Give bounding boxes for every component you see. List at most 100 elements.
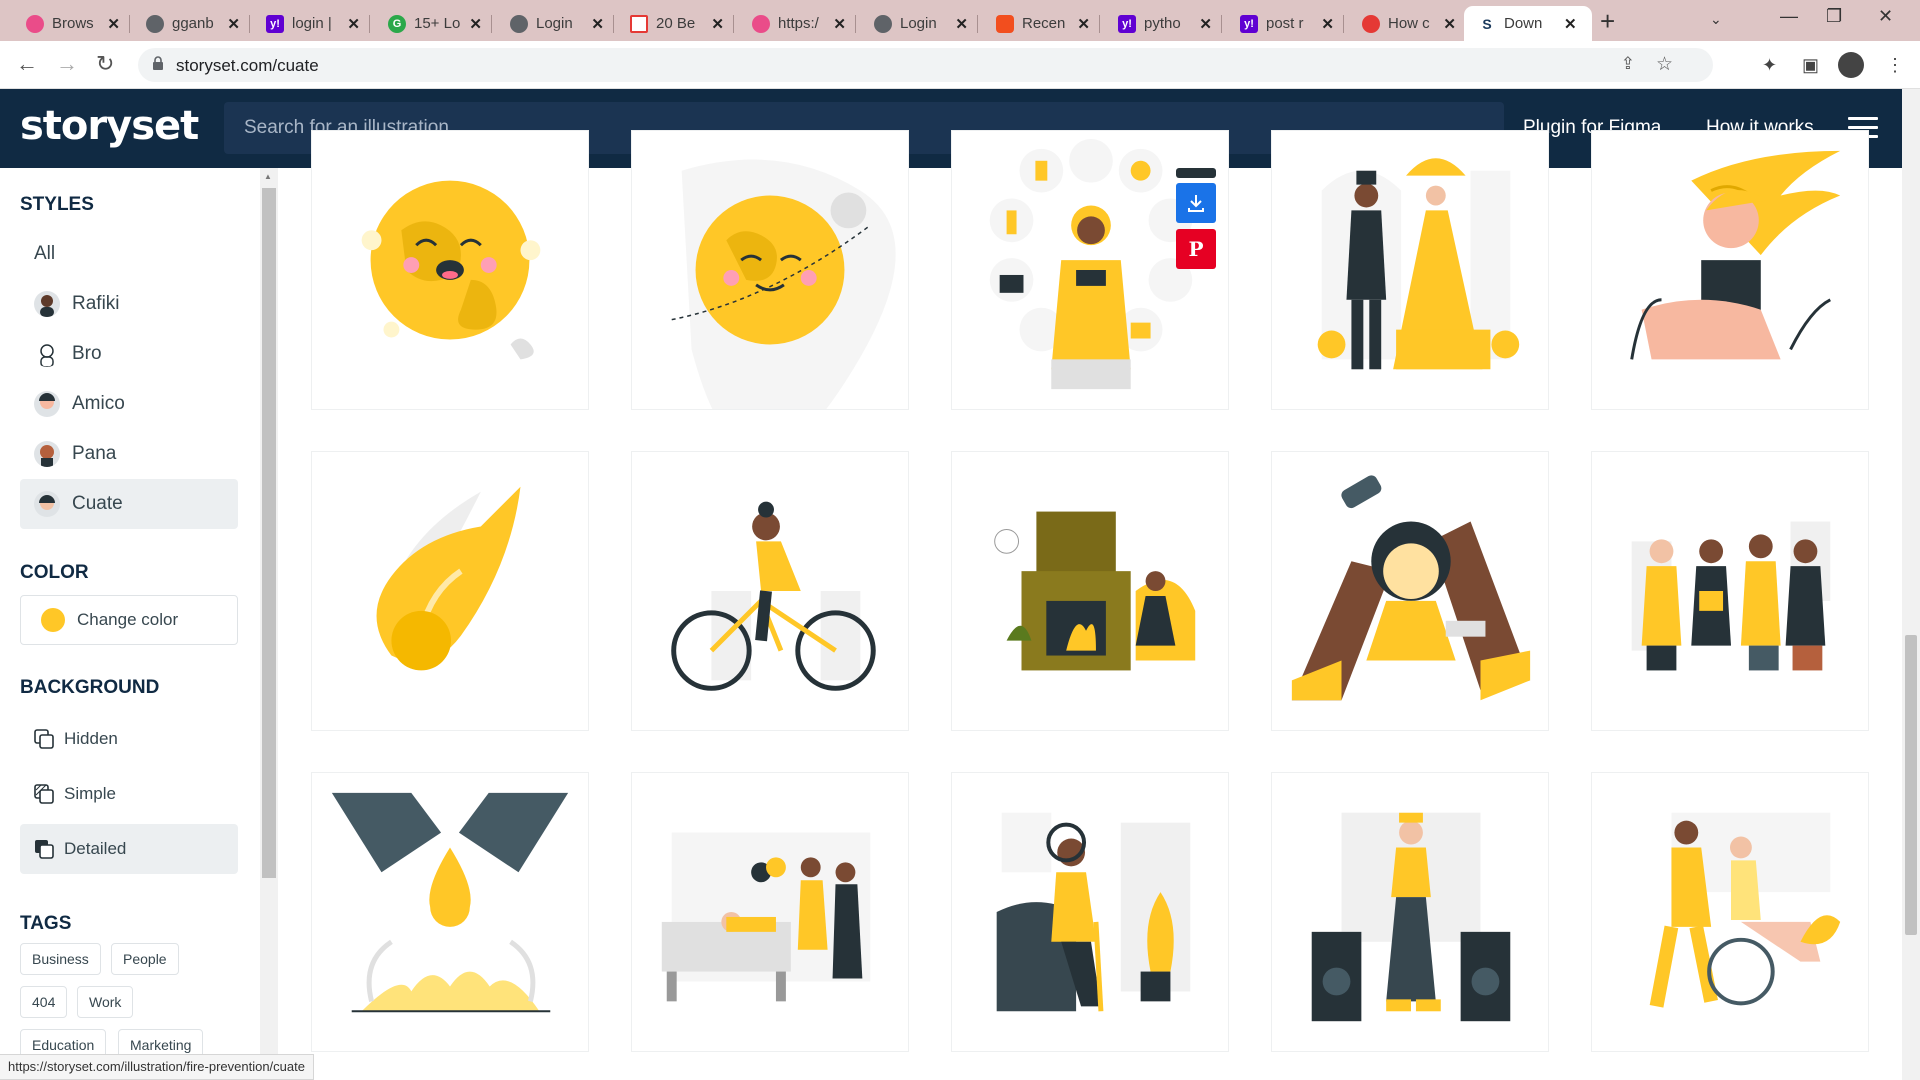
bookmark-star-icon[interactable]: ☆ [1656, 53, 1673, 76]
background-simple[interactable]: Simple [20, 769, 238, 819]
close-icon[interactable]: ✕ [1199, 15, 1212, 33]
address-bar-row: ← → ↻ storyset.com/cuate ⇪ ☆ ✦ ▣ ⋮ [0, 41, 1920, 89]
style-bro[interactable]: Bro [20, 329, 238, 379]
scroll-up-arrow-icon[interactable]: ▲ [264, 172, 272, 181]
sidebar-scrollbar[interactable]: ▲ [260, 168, 278, 1080]
page-scrollbar[interactable] [1902, 89, 1920, 1080]
change-color-label: Change color [77, 610, 179, 629]
tag-chip[interactable]: 404 [20, 986, 68, 1018]
illustration-card-smiling-earth[interactable] [311, 130, 589, 410]
sidebar-scroll-thumb[interactable] [262, 188, 276, 878]
style-pana[interactable]: Pana [20, 429, 238, 479]
browser-tab[interactable]: 20 Be ✕ [616, 6, 734, 41]
browser-tab[interactable]: y! post r ✕ [1226, 6, 1344, 41]
style-rafiki[interactable]: Rafiki [20, 279, 238, 329]
download-button[interactable] [1176, 183, 1216, 223]
style-amico[interactable]: Amico [20, 379, 238, 429]
smiling-earth-illustration [361, 180, 541, 360]
url-text[interactable]: storyset.com/cuate [176, 56, 319, 76]
browser-tab[interactable]: https:/✕ [738, 6, 856, 41]
extensions-icon[interactable]: ✦ [1762, 55, 1777, 76]
close-icon[interactable]: ✕ [347, 15, 360, 33]
new-tab-button[interactable]: + [1600, 6, 1615, 37]
pinterest-button[interactable]: P [1176, 229, 1216, 269]
storyset-logo[interactable]: storyset [20, 103, 199, 149]
close-icon[interactable]: ✕ [1321, 15, 1334, 33]
style-label: All [34, 243, 56, 264]
close-icon[interactable]: ✕ [469, 15, 482, 33]
grammarly-icon: G [388, 14, 406, 33]
close-icon[interactable]: ✕ [711, 15, 724, 33]
close-icon[interactable]: ✕ [955, 15, 968, 33]
figma-icon [996, 14, 1014, 33]
forward-icon[interactable]: → [56, 51, 78, 77]
browser-tab[interactable]: y! pytho ✕ [1104, 6, 1222, 41]
background-hidden-icon [34, 729, 54, 749]
page-scroll-thumb[interactable] [1905, 635, 1917, 935]
illustration-card-hospital-visit[interactable] [631, 772, 909, 1052]
doll-sewing-illustration [1291, 475, 1531, 701]
change-color-button[interactable]: Change color [20, 595, 238, 645]
browser-tab[interactable]: Recen ✕ [982, 6, 1100, 41]
filters-sidebar: STYLES All Rafiki Bro Amico Pana Cuate C… [0, 168, 260, 1080]
illustration-card-dj-speakers[interactable] [1271, 772, 1549, 1052]
tag-chip[interactable]: People [111, 943, 179, 975]
bro-avatar-icon [34, 341, 60, 367]
tag-chip[interactable]: Business [20, 943, 101, 975]
profile-avatar[interactable] [1838, 52, 1864, 78]
chrome-menu-icon[interactable]: ⋮ [1886, 55, 1904, 76]
illustration-card-earth-with-moon[interactable] [631, 130, 909, 410]
illustration-card-wheelchair-walk[interactable] [1591, 772, 1869, 1052]
illustration-card-meteor-fire[interactable] [311, 451, 589, 731]
background-detailed[interactable]: Detailed [20, 824, 238, 874]
illustration-card-victorian-couple[interactable] [1271, 130, 1549, 410]
close-window-button[interactable]: ✕ [1878, 6, 1893, 27]
back-icon[interactable]: ← [16, 51, 38, 77]
style-label: Rafiki [72, 293, 120, 314]
close-icon[interactable]: ✕ [591, 15, 604, 33]
yahoo-icon: y! [1118, 14, 1136, 33]
pana-avatar-icon [34, 441, 60, 467]
browser-tab-active[interactable]: S Down ✕ [1464, 6, 1592, 41]
close-icon[interactable]: ✕ [1443, 15, 1456, 33]
omnibox[interactable]: storyset.com/cuate ⇪ ☆ [138, 48, 1713, 82]
illustration-card-team-reading[interactable] [1591, 451, 1869, 731]
tag-chip[interactable]: Work [77, 986, 134, 1018]
browser-tab[interactable]: How c ✕ [1348, 6, 1466, 41]
gmail-icon [630, 14, 648, 33]
illustration-card-elderly-reading[interactable] [951, 772, 1229, 1052]
windy-hair-woman-illustration [1630, 150, 1841, 360]
browser-tab[interactable]: gganb ✕ [132, 6, 250, 41]
illustration-card-fireplace-reading[interactable] [951, 451, 1229, 731]
dribbble-icon [26, 14, 44, 33]
close-icon[interactable]: ✕ [1077, 15, 1090, 33]
yahoo-icon: y! [1240, 14, 1258, 33]
browser-tab[interactable]: Login ✕ [860, 6, 978, 41]
style-all[interactable]: All [20, 229, 238, 279]
restore-button[interactable]: ❐ [1826, 6, 1842, 27]
card-action-top[interactable] [1176, 168, 1216, 178]
illustration-card-falling-drop[interactable] [311, 772, 589, 1052]
browser-tab[interactable]: Login ✕ [496, 6, 614, 41]
globe-icon [510, 14, 528, 33]
background-detailed-icon [35, 840, 54, 859]
close-icon[interactable]: ✕ [227, 15, 240, 33]
close-icon[interactable]: ✕ [833, 15, 846, 33]
illustration-card-windy-hair-woman[interactable] [1591, 130, 1869, 410]
styles-heading: STYLES [20, 194, 94, 215]
tab-search-icon[interactable]: ⌄ [1710, 11, 1722, 28]
minimize-button[interactable]: — [1780, 6, 1798, 27]
illustration-card-cyclist[interactable] [631, 451, 909, 731]
illustration-card-doll-sewing[interactable] [1271, 451, 1549, 731]
browser-tab[interactable]: y! login | ✕ [252, 6, 370, 41]
browser-tab[interactable]: Brows ✕ [12, 6, 130, 41]
style-cuate[interactable]: Cuate [20, 479, 238, 529]
close-icon[interactable]: ✕ [107, 15, 120, 33]
red-circle-icon [1362, 14, 1380, 33]
side-panel-icon[interactable]: ▣ [1802, 55, 1819, 76]
reload-icon[interactable]: ↻ [96, 51, 114, 77]
share-icon[interactable]: ⇪ [1621, 54, 1635, 74]
close-icon[interactable]: ✕ [1564, 15, 1577, 33]
background-hidden[interactable]: Hidden [20, 714, 238, 764]
browser-tab[interactable]: G 15+ Lo ✕ [374, 6, 492, 41]
